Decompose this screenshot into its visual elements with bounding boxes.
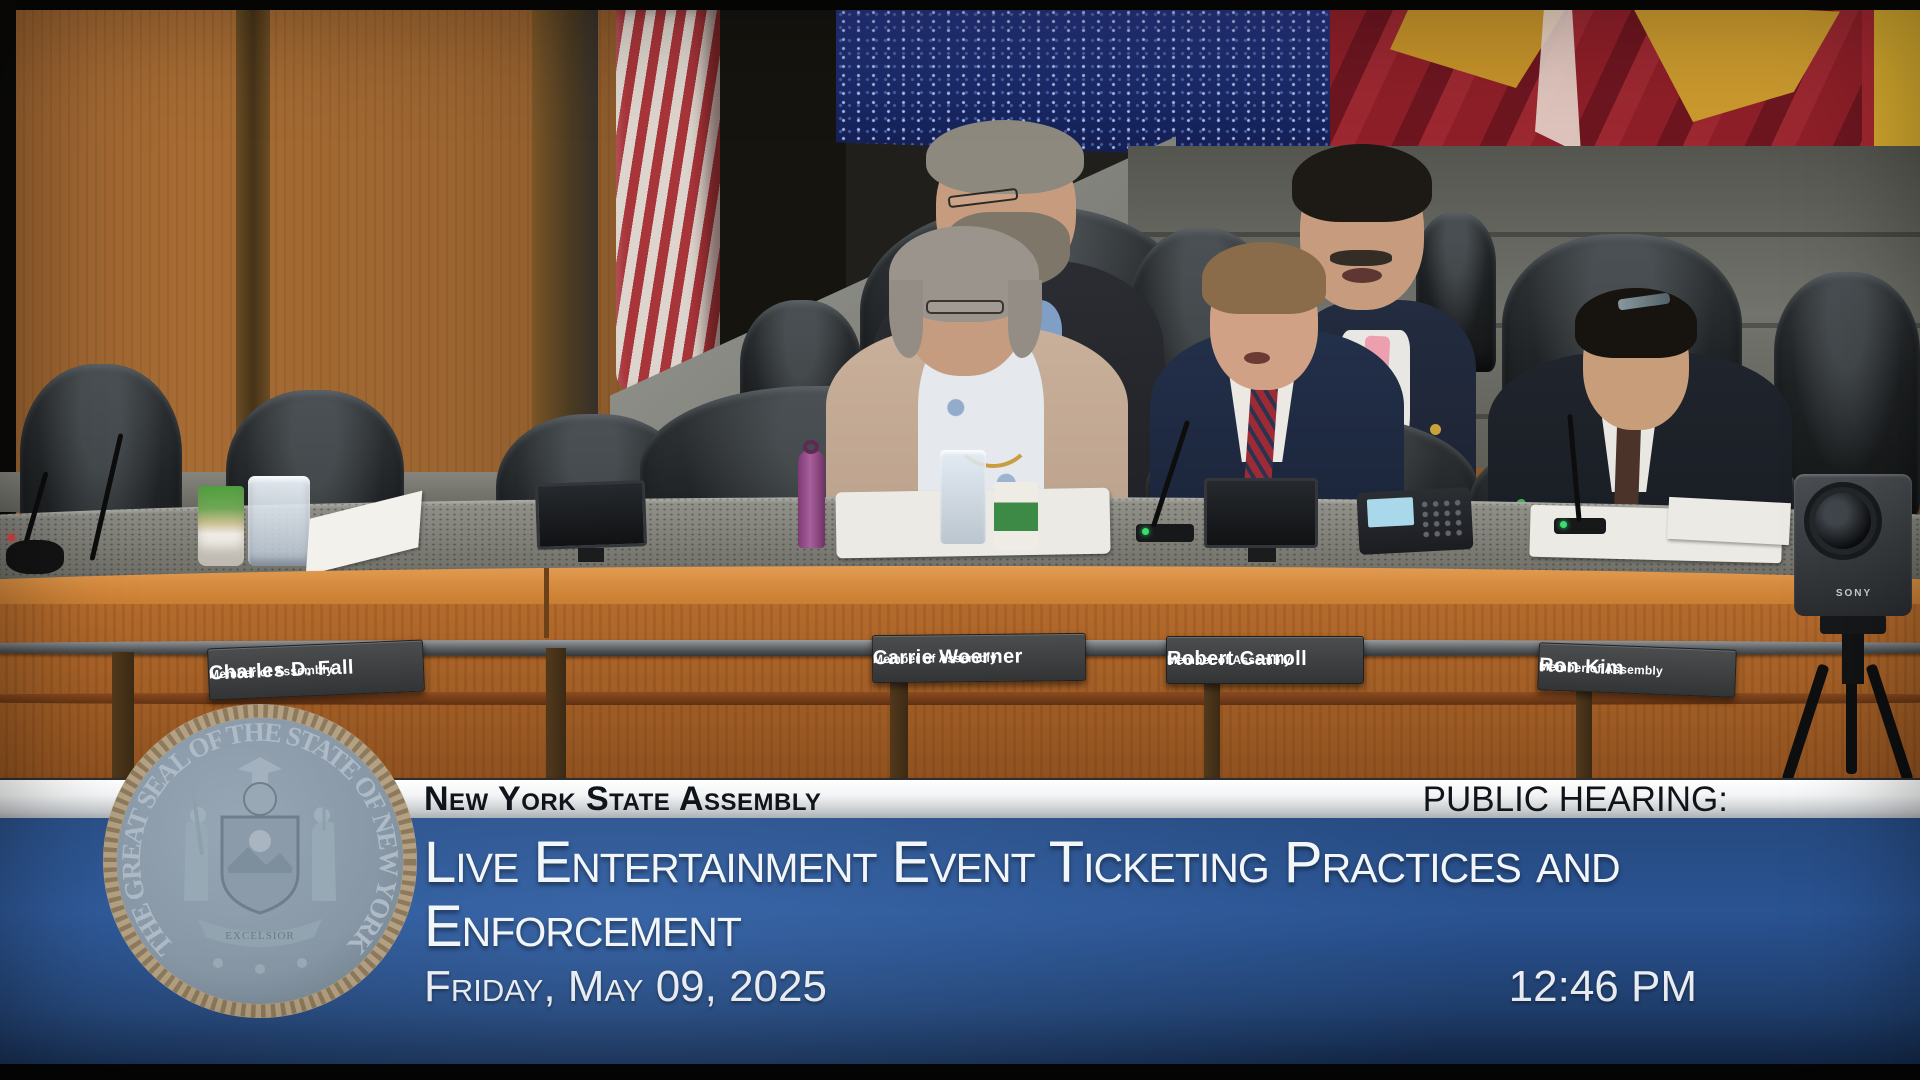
seal-justice-figure xyxy=(312,821,336,901)
rail-post xyxy=(546,648,566,780)
hearing-documents xyxy=(1667,497,1791,545)
gray-hair xyxy=(926,120,1084,194)
top-letterbox xyxy=(0,0,1920,10)
phone-keypad xyxy=(1419,497,1465,539)
conference-phone xyxy=(1356,487,1473,555)
speaking-mouth xyxy=(1244,352,1270,364)
mustache xyxy=(1330,250,1392,266)
gold-drape-fold xyxy=(1630,8,1840,122)
nameplate-charles-fall: Charles D. Fall Member of Assembly xyxy=(207,640,425,701)
eyeglasses xyxy=(926,300,1004,314)
monitor-stand xyxy=(578,548,604,562)
hearing-title-line2: Enforcement xyxy=(424,896,741,958)
seal-liberty-figure xyxy=(184,821,208,901)
hearing-title-line1: Live Entertainment Event Ticketing Pract… xyxy=(424,832,1620,894)
water-tumbler xyxy=(248,476,310,566)
seal-globe xyxy=(244,783,276,815)
agency-title: New York State Assembly xyxy=(424,781,821,817)
nameplate-carrie-woerner: Carrie Woerner Member of Assembly xyxy=(872,633,1086,683)
paper-cup-stack xyxy=(198,486,244,566)
blue-sequin-banner xyxy=(836,8,1330,154)
bottom-letterbox xyxy=(0,1064,1920,1080)
water-glass xyxy=(940,450,986,544)
hearing-type-label: PUBLIC HEARING: xyxy=(1423,782,1728,818)
camera-lens xyxy=(1804,482,1882,560)
bottle-cap-loop xyxy=(803,440,819,454)
camera-brand-label: SONY xyxy=(1814,588,1894,599)
mic-led-green xyxy=(1142,528,1149,535)
nameplate-role: Member of Assembly xyxy=(873,651,997,665)
ny-state-seal: THE GREAT SEAL OF THE STATE OF NEW YORK … xyxy=(100,701,420,1021)
nameplate-ron-kim: Ron Kim Member of Assembly xyxy=(1537,642,1737,698)
dark-hair xyxy=(1292,144,1432,222)
seal-motto: EXCELSIOR xyxy=(225,930,295,942)
tripod-column xyxy=(1842,632,1864,684)
monitor-stand xyxy=(1248,548,1276,562)
desk-monitor xyxy=(535,480,647,550)
desk-section-seam xyxy=(544,568,549,638)
nameplate-robert-carroll: Robert Carroll Member of Assembly xyxy=(1166,636,1364,684)
mic-led-red xyxy=(8,534,15,541)
paper-cup-green xyxy=(994,482,1038,550)
seal-sun xyxy=(249,830,271,852)
seal-ornament-dot xyxy=(213,958,223,968)
nameplate-role: Member of Assembly xyxy=(1167,654,1291,667)
purple-water-bottle xyxy=(798,450,825,548)
mic-led-green xyxy=(1560,521,1567,528)
hearing-date: Friday, May 09, 2025 xyxy=(424,962,827,1012)
hearing-time: 12:46 PM xyxy=(1509,962,1697,1012)
open-mouth xyxy=(1342,268,1382,283)
desk-monitor xyxy=(1204,478,1318,548)
brown-hair xyxy=(1202,242,1326,314)
american-flag xyxy=(616,8,720,398)
phone-screen xyxy=(1367,497,1414,527)
seal-ornament-dot xyxy=(255,964,265,974)
camera-base xyxy=(1820,614,1886,634)
seal-ornament-dot xyxy=(297,958,307,968)
lapel-pin xyxy=(1430,424,1441,435)
hearing-video-frame: Charles D. Fall Member of Assembly Carri… xyxy=(0,0,1920,1080)
microphone-head xyxy=(6,540,64,574)
